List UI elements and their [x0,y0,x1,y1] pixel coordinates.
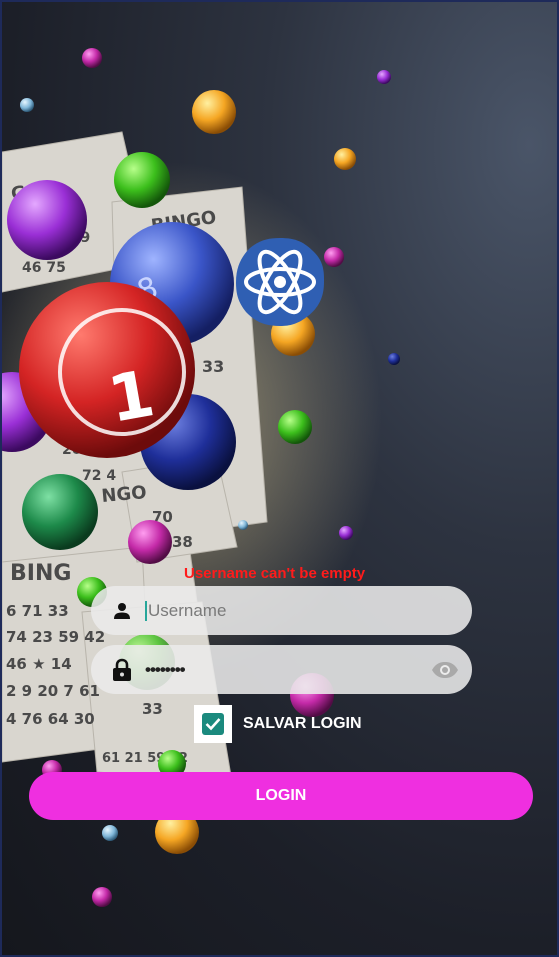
username-error-message: Username can't be empty [184,565,366,582]
svg-text:72 4: 72 4 [82,468,116,484]
svg-text:6 71 33: 6 71 33 [6,602,69,620]
remember-login-row[interactable]: SALVAR LOGIN [194,705,362,743]
lock-icon [111,658,133,681]
password-field[interactable]: •••••••• [91,645,472,694]
svg-text:46 ★ 14: 46 ★ 14 [6,655,72,673]
user-icon [111,600,133,622]
checkmark-icon [205,718,221,731]
svg-text:33: 33 [202,357,224,376]
login-button[interactable]: LOGIN [29,772,533,820]
svg-text:46 75: 46 75 [22,260,66,276]
svg-text:2 9 20 7 61: 2 9 20 7 61 [6,682,100,700]
text-cursor [145,600,147,621]
svg-text:NGO: NGO [101,482,148,507]
remember-login-checkbox[interactable] [194,705,232,743]
svg-text:4 76 64 30: 4 76 64 30 [6,710,95,728]
remember-login-label: SALVAR LOGIN [243,715,362,732]
svg-text:33: 33 [142,700,163,718]
atom-icon [236,238,324,326]
svg-text:BING: BING [10,561,71,586]
username-field[interactable] [91,586,472,635]
svg-text:38: 38 [172,533,193,551]
password-input[interactable]: •••••••• [145,660,430,680]
login-screen: GO 29 14 19 46 75 38 33 BINGO NGO BING 6… [0,0,559,957]
svg-text:74 23 59 42: 74 23 59 42 [6,628,105,646]
eye-icon[interactable] [430,659,460,681]
username-input[interactable] [148,595,472,626]
